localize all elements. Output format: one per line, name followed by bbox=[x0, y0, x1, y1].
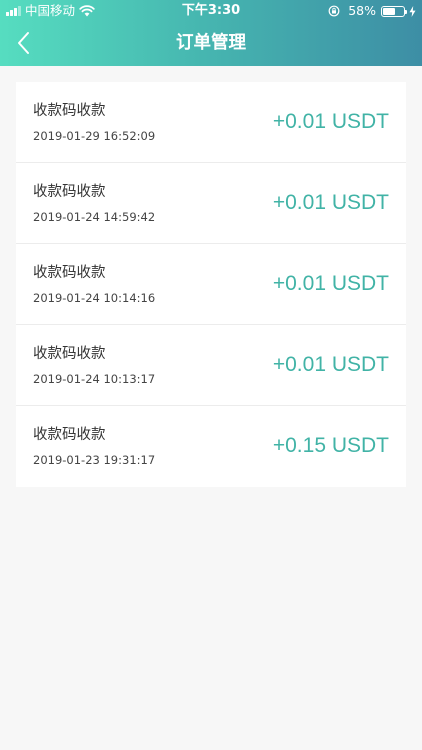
status-bar-right: 58% bbox=[328, 0, 416, 22]
order-time: 2019-01-24 14:59:42 bbox=[33, 210, 156, 224]
battery-icon bbox=[381, 5, 407, 17]
header: 中国移动 下午3:30 58% 订单管理 bbox=[0, 0, 422, 66]
order-title: 收款码收款 bbox=[33, 346, 106, 362]
order-amount: +0.01 USDT bbox=[272, 191, 389, 214]
battery-percent: 58% bbox=[348, 3, 376, 18]
order-amount: +0.15 USDT bbox=[272, 434, 389, 457]
order-item[interactable]: 收款码收款 2019-01-29 16:52:09 +0.01 USDT bbox=[16, 82, 406, 163]
order-title: 收款码收款 bbox=[33, 265, 106, 281]
battery-tip bbox=[405, 9, 407, 14]
order-time: 2019-01-23 19:31:17 bbox=[33, 453, 156, 467]
battery-level bbox=[383, 7, 395, 15]
rotation-lock-icon bbox=[328, 5, 340, 17]
order-item[interactable]: 收款码收款 2019-01-24 10:13:17 +0.01 USDT bbox=[16, 325, 406, 406]
order-amount: +0.01 USDT bbox=[272, 110, 389, 133]
order-item[interactable]: 收款码收款 2019-01-24 10:14:16 +0.01 USDT bbox=[16, 244, 406, 325]
order-item[interactable]: 收款码收款 2019-01-24 14:59:42 +0.01 USDT bbox=[16, 163, 406, 244]
order-item[interactable]: 收款码收款 2019-01-23 19:31:17 +0.15 USDT bbox=[16, 406, 406, 487]
order-amount: +0.01 USDT bbox=[272, 353, 389, 376]
order-list: 收款码收款 2019-01-29 16:52:09 +0.01 USDT 收款码… bbox=[16, 82, 406, 487]
charging-icon bbox=[409, 5, 416, 17]
page-title: 订单管理 bbox=[176, 33, 246, 53]
order-time: 2019-01-24 10:13:17 bbox=[33, 372, 156, 386]
order-time: 2019-01-29 16:52:09 bbox=[33, 129, 156, 143]
status-bar: 中国移动 下午3:30 58% bbox=[0, 0, 422, 22]
order-title: 收款码收款 bbox=[33, 184, 106, 200]
order-amount: +0.01 USDT bbox=[272, 272, 389, 295]
order-title: 收款码收款 bbox=[33, 427, 106, 443]
order-title: 收款码收款 bbox=[33, 103, 106, 119]
order-time: 2019-01-24 10:14:16 bbox=[33, 291, 156, 305]
